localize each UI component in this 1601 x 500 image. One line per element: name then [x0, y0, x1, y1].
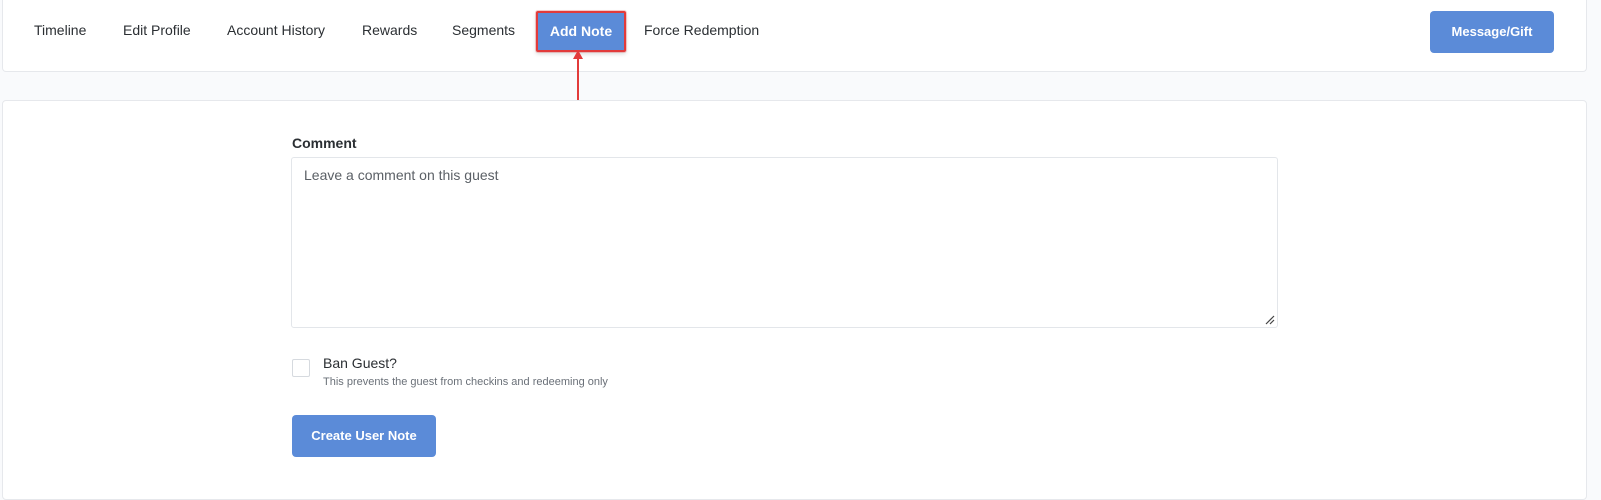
- tab-account-history[interactable]: Account History: [227, 20, 325, 40]
- tab-force-redemption[interactable]: Force Redemption: [644, 20, 759, 40]
- ban-guest-help-text: This prevents the guest from checkins an…: [323, 376, 608, 388]
- resize-handle-icon[interactable]: [1265, 315, 1275, 325]
- tab-add-note[interactable]: Add Note: [536, 11, 626, 52]
- tab-timeline[interactable]: Timeline: [34, 20, 86, 40]
- tab-edit-profile[interactable]: Edit Profile: [123, 20, 191, 40]
- message-gift-button[interactable]: Message/Gift: [1430, 11, 1554, 53]
- comment-label: Comment: [292, 135, 357, 151]
- ban-guest-checkbox[interactable]: [292, 359, 310, 377]
- tab-segments[interactable]: Segments: [452, 20, 515, 40]
- add-note-panel: Comment Ban Guest? This prevents the gue…: [2, 100, 1587, 500]
- comment-textarea[interactable]: [291, 157, 1278, 328]
- annotation-arrow-icon: [573, 50, 583, 102]
- create-user-note-button[interactable]: Create User Note: [292, 415, 436, 457]
- tab-bar: Timeline Edit Profile Account History Re…: [2, 0, 1587, 72]
- tab-rewards[interactable]: Rewards: [362, 20, 417, 40]
- ban-guest-label: Ban Guest?: [323, 355, 397, 371]
